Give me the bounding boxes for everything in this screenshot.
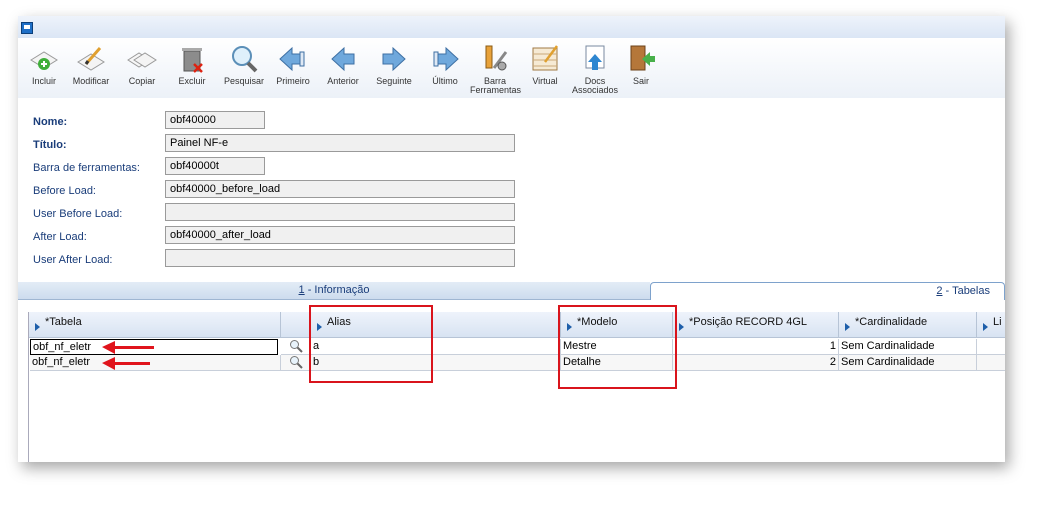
user-after-load-field[interactable]: [165, 249, 515, 267]
magnifier-icon[interactable]: [289, 339, 303, 353]
form-panel: Nome: obf40000 Título: Painel NF-e Barra…: [18, 98, 1005, 282]
table-row-2-li[interactable]: [977, 355, 1005, 371]
column-header-cardinalidade[interactable]: *Cardinalidade: [839, 312, 977, 338]
column-header-tabela[interactable]: *Tabela: [29, 312, 281, 338]
primeiro-button[interactable]: Primeiro: [273, 42, 313, 86]
ultimo-button[interactable]: Último: [426, 42, 464, 86]
modificar-button[interactable]: Modificar: [68, 42, 114, 86]
incluir-button[interactable]: Incluir: [24, 42, 64, 86]
previous-icon: [326, 42, 360, 76]
table-row-1-cardinalidade[interactable]: Sem Cardinalidade: [839, 339, 977, 355]
nome-field[interactable]: obf40000: [165, 111, 265, 129]
copy-icon: [125, 42, 159, 76]
user-before-load-label: User Before Load:: [33, 208, 123, 220]
toolbar-tools-icon: [478, 42, 512, 76]
tabelas-grid: *Tabela Alias *Modelo *Posição RECORD 4G…: [28, 305, 1005, 462]
titulo-label: Título:: [33, 139, 67, 151]
after-load-label: After Load:: [33, 231, 87, 243]
titulo-field[interactable]: Painel NF-e: [165, 134, 515, 152]
modelo-highlight-box: [558, 305, 677, 389]
next-icon: [377, 42, 411, 76]
title-bar: [18, 16, 1005, 38]
trash-icon: [175, 42, 209, 76]
table-row-2-tabela[interactable]: obf_nf_eletr: [30, 355, 281, 371]
anterior-button[interactable]: Anterior: [322, 42, 364, 86]
column-header-lookup: [281, 312, 311, 338]
table-row-1-tabela[interactable]: obf_nf_eletr: [30, 339, 278, 355]
table-row-2-lookup[interactable]: [281, 355, 311, 371]
after-load-field[interactable]: obf40000_after_load: [165, 226, 515, 244]
before-load-label: Before Load:: [33, 185, 96, 197]
last-icon: [428, 42, 462, 76]
barra-ferramentas-label: Barra de ferramentas:: [33, 162, 140, 174]
table-row-2-cardinalidade[interactable]: Sem Cardinalidade: [839, 355, 977, 371]
docs-associados-button[interactable]: Docs Associados: [570, 42, 620, 95]
seguinte-button[interactable]: Seguinte: [373, 42, 415, 86]
edit-icon: [74, 42, 108, 76]
virtual-icon: [528, 42, 562, 76]
tab-strip: 1 - Informação 2 - Tabelas: [18, 282, 1005, 300]
exit-icon: [624, 42, 658, 76]
excluir-button[interactable]: Excluir: [173, 42, 211, 86]
column-header-posicao[interactable]: *Posição RECORD 4GL: [673, 312, 839, 338]
magnifier-icon[interactable]: [289, 355, 303, 369]
table-row-2-posicao[interactable]: 2: [673, 355, 839, 371]
add-icon: [27, 42, 61, 76]
toolbar: Incluir Modificar Copiar Excluir Pesquis…: [18, 38, 1005, 98]
copiar-button[interactable]: Copiar: [122, 42, 162, 86]
user-before-load-field[interactable]: [165, 203, 515, 221]
virtual-button[interactable]: Virtual: [526, 42, 564, 86]
table-row-1-lookup[interactable]: [281, 339, 311, 355]
app-icon[interactable]: [21, 22, 33, 34]
row-2-arrow-annotation: [102, 357, 150, 370]
table-row-1-li[interactable]: [977, 339, 1005, 355]
first-icon: [276, 42, 310, 76]
pesquisar-button[interactable]: Pesquisar: [221, 42, 267, 86]
alias-highlight-box: [309, 305, 433, 383]
barra-ferramentas-button[interactable]: Barra Ferramentas: [470, 42, 521, 95]
table-row-1-posicao[interactable]: 1: [673, 339, 839, 355]
nome-label: Nome:: [33, 116, 68, 128]
search-icon: [227, 42, 261, 76]
column-header-li[interactable]: Li: [977, 312, 1005, 338]
user-after-load-label: User After Load:: [33, 254, 113, 266]
docs-icon: [578, 42, 612, 76]
barra-ferramentas-field[interactable]: obf40000t: [165, 157, 265, 175]
row-1-arrow-annotation: [102, 341, 154, 354]
before-load-field[interactable]: obf40000_before_load: [165, 180, 515, 198]
tab-tabelas[interactable]: 2 - Tabelas: [650, 282, 1005, 300]
tab-informacao[interactable]: 1 - Informação: [18, 282, 650, 300]
sair-button[interactable]: Sair: [624, 42, 658, 86]
main-window: Incluir Modificar Copiar Excluir Pesquis…: [18, 16, 1005, 462]
